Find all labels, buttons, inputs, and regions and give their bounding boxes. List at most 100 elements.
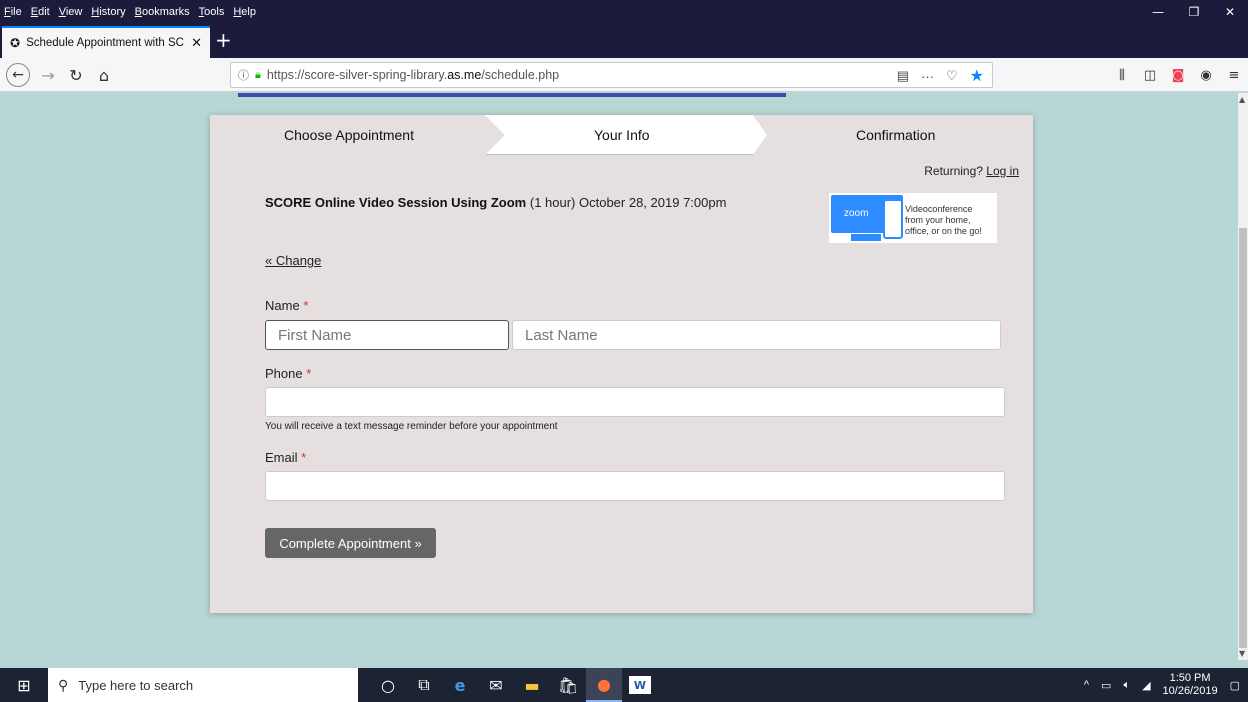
mail-icon[interactable]: ✉ <box>478 668 514 702</box>
menu-edit[interactable]: Edit <box>31 6 50 18</box>
returning-login: Returning? Log in <box>924 164 1019 178</box>
scheduler-card: Choose Appointment Your Info Confirmatio… <box>210 115 1033 613</box>
phone-input[interactable] <box>265 387 1005 417</box>
taskbar-apps: ○ ⧉ e ✉ ▬ 🛍︎ ● W <box>370 668 658 702</box>
restore-icon[interactable]: ❐ <box>1176 0 1212 24</box>
clock-date: 10/26/2019 <box>1162 685 1218 697</box>
name-label: Name * <box>265 298 308 313</box>
edge-icon[interactable]: e <box>442 668 478 702</box>
nav-bar: ← → ↻ ⌂ ⓘ 🔒︎ https://score-silver-spring… <box>0 58 1248 92</box>
library-icon[interactable]: ⫼ <box>1108 63 1136 87</box>
email-label: Email * <box>265 450 306 465</box>
scroll-up-icon[interactable]: ▲ <box>1239 95 1245 104</box>
phone-icon <box>883 199 903 239</box>
back-arrow-icon[interactable]: ← <box>6 63 30 87</box>
step-choose-appointment: Choose Appointment <box>284 127 414 143</box>
zoom-tagline-line1: Videoconference <box>905 204 973 214</box>
forward-arrow-icon[interactable]: → <box>36 63 60 87</box>
menu-list: File Edit View History Bookmarks Tools H… <box>0 6 256 18</box>
word-icon[interactable]: W <box>629 676 651 694</box>
first-name-input[interactable] <box>265 320 509 350</box>
volume-icon[interactable]: 🔈︎ <box>1123 679 1130 692</box>
pocket-save-icon[interactable]: ◙ <box>1164 63 1192 87</box>
scroll-down-icon[interactable]: ▼ <box>1239 649 1245 658</box>
required-mark: * <box>303 298 309 313</box>
zoom-tagline-line3: office, or on the go! <box>905 226 982 236</box>
last-name-input[interactable] <box>512 320 1001 350</box>
scrollbar-thumb[interactable] <box>1239 228 1247 648</box>
taskbar-search-placeholder: Type here to search <box>78 677 194 693</box>
hamburger-menu-icon[interactable]: ≡ <box>1220 63 1248 87</box>
step-your-info: Your Info <box>594 127 650 143</box>
wifi-icon[interactable]: ◢ <box>1142 679 1150 692</box>
url-text: https://score-silver-spring-library.as.m… <box>266 68 560 82</box>
zoom-promo-image: zoom Videoconference from your home, off… <box>829 193 997 243</box>
close-tab-icon[interactable]: ✕ <box>191 35 202 51</box>
appointment-details: (1 hour) October 28, 2019 7:00pm <box>526 195 727 210</box>
returning-text: Returning? <box>924 164 983 178</box>
site-favicon-icon: ✪ <box>10 36 21 50</box>
minimize-icon[interactable]: — <box>1140 0 1176 24</box>
file-explorer-icon[interactable]: ▬ <box>514 668 550 702</box>
pocket-icon[interactable]: ♡ <box>946 68 958 84</box>
clock-time: 1:50 PM <box>1169 672 1211 684</box>
menu-tools[interactable]: Tools <box>199 6 225 18</box>
menu-help[interactable]: Help <box>233 6 256 18</box>
sidebar-icon[interactable]: ◫ <box>1136 63 1164 87</box>
step-confirmation: Confirmation <box>856 127 936 143</box>
change-link[interactable]: « Change <box>265 253 321 268</box>
zoom-tagline: Videoconference from your home, office, … <box>905 204 997 237</box>
phone-label-text: Phone <box>265 366 303 381</box>
complete-appointment-button[interactable]: Complete Appointment » <box>265 528 436 558</box>
page-actions-icon[interactable]: ··· <box>921 69 934 84</box>
battery-icon[interactable]: ▭ <box>1101 679 1111 692</box>
info-icon[interactable]: ⓘ <box>238 67 249 83</box>
show-hidden-icons-icon[interactable]: ^ <box>1084 679 1089 691</box>
menu-history[interactable]: History <box>91 6 125 18</box>
menu-bookmarks[interactable]: Bookmarks <box>135 6 190 18</box>
phone-label: Phone * <box>265 366 311 381</box>
windows-start-icon[interactable]: ⊞ <box>0 668 48 702</box>
email-label-text: Email <box>265 450 298 465</box>
search-icon: ⚲ <box>58 676 69 693</box>
store-icon[interactable]: 🛍︎ <box>550 668 586 702</box>
required-mark: * <box>306 366 312 381</box>
home-icon[interactable]: ⌂ <box>92 63 116 87</box>
reader-view-icon[interactable]: ▤ <box>897 68 909 84</box>
menu-file[interactable]: File <box>4 6 22 18</box>
account-icon[interactable]: ◉ <box>1192 63 1220 87</box>
email-input[interactable] <box>265 471 1005 501</box>
tab-bar: ✪ Schedule Appointment with SC ✕ + <box>0 24 1248 58</box>
menu-view[interactable]: View <box>59 6 83 18</box>
notifications-icon[interactable]: ▢ <box>1230 679 1240 692</box>
login-link[interactable]: Log in <box>986 164 1019 178</box>
required-mark: * <box>301 450 307 465</box>
zoom-logo: zoom <box>844 208 869 219</box>
name-label-text: Name <box>265 298 300 313</box>
cortana-icon[interactable]: ○ <box>370 668 406 702</box>
system-tray: ^ ▭ 🔈︎ ◢ 1:50 PM 10/26/2019 ▢ <box>1084 668 1248 702</box>
monitor-stand <box>851 234 881 241</box>
new-tab-icon[interactable]: + <box>215 30 232 50</box>
taskbar-search[interactable]: ⚲ Type here to search <box>48 668 358 702</box>
menu-bar: File Edit View History Bookmarks Tools H… <box>0 0 1248 24</box>
task-view-icon[interactable]: ⧉ <box>406 668 442 702</box>
page-scrollbar[interactable]: ▲ ▼ <box>1238 93 1248 660</box>
tab-title: Schedule Appointment with SC <box>26 37 184 49</box>
windows-taskbar: ⊞ ⚲ Type here to search ○ ⧉ e ✉ ▬ 🛍︎ ● W… <box>0 668 1248 702</box>
clock[interactable]: 1:50 PM 10/26/2019 <box>1163 672 1218 698</box>
page-bottom-area <box>0 660 1248 668</box>
step-progress: Choose Appointment Your Info Confirmatio… <box>210 115 1033 155</box>
bookmark-star-icon[interactable]: ★ <box>970 66 984 86</box>
toolbar-right: ⫼ ◫ ◙ ◉ ≡ <box>1108 63 1248 87</box>
window-controls: — ❐ ✕ <box>1140 0 1248 24</box>
close-window-icon[interactable]: ✕ <box>1212 0 1248 24</box>
address-bar[interactable]: ⓘ 🔒︎ https://score-silver-spring-library… <box>230 62 993 88</box>
zoom-tagline-line2: from your home, <box>905 215 971 225</box>
reload-icon[interactable]: ↻ <box>64 63 88 87</box>
firefox-icon[interactable]: ● <box>586 668 622 702</box>
browser-tab[interactable]: ✪ Schedule Appointment with SC ✕ <box>2 26 210 58</box>
appointment-title: SCORE Online Video Session Using Zoom <box>265 195 527 210</box>
url-actions: ▤ ··· ♡ ★ <box>897 66 984 86</box>
page-content: Choose Appointment Your Info Confirmatio… <box>0 93 1238 660</box>
